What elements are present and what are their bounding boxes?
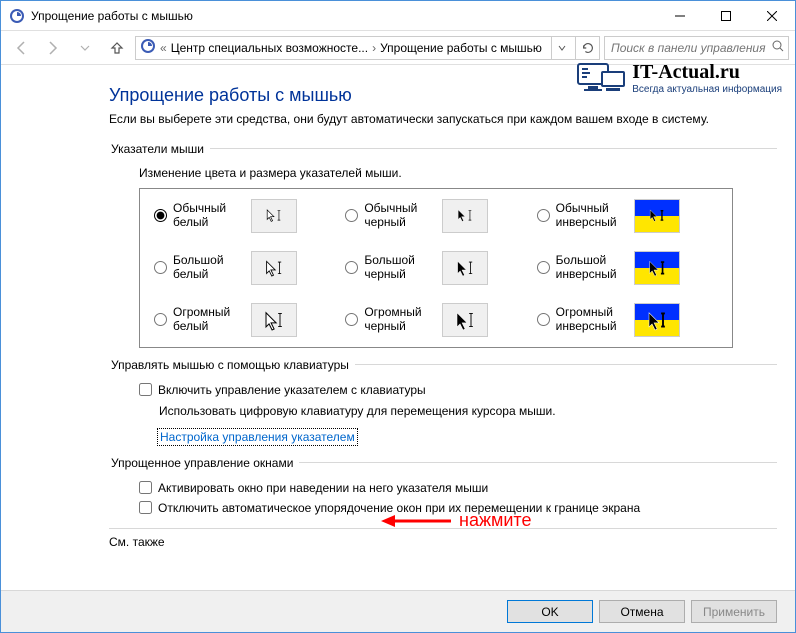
address-dropdown-button[interactable]: [551, 37, 571, 59]
disable-snap-row[interactable]: Отключить автоматическое упорядочение ок…: [109, 498, 777, 518]
search-input[interactable]: [609, 40, 768, 56]
mousekeys-description: Использовать цифровую клавиатуру для пер…: [109, 404, 777, 418]
back-button[interactable]: [7, 34, 35, 62]
pointer-option-huge-white[interactable]: Огромный белый: [154, 303, 335, 337]
search-icon: [772, 40, 784, 55]
pointer-option-normal-white[interactable]: Обычный белый: [154, 199, 335, 233]
pointer-radio[interactable]: [345, 313, 358, 326]
close-button[interactable]: [749, 1, 795, 31]
address-icon: [140, 38, 156, 57]
pointer-radio[interactable]: [537, 209, 550, 222]
see-also-section: См. также: [109, 528, 777, 549]
pointers-box: Обычный белый Обычный черный Обычный инв…: [139, 188, 733, 348]
cursor-preview: [251, 303, 297, 337]
content-area: Упрощение работы с мышью Если вы выберет…: [1, 65, 795, 590]
page-title: Упрощение работы с мышью: [109, 85, 777, 106]
pointer-option-huge-black[interactable]: Огромный черный: [345, 303, 526, 337]
pointer-option-normal-black[interactable]: Обычный черный: [345, 199, 526, 233]
cursor-preview: [442, 251, 488, 285]
navbar: « Центр специальных возможносте... › Упр…: [1, 31, 795, 65]
pointers-legend: Указатели мыши: [109, 142, 210, 156]
pointer-option-large-inverse[interactable]: Большой инверсный: [537, 251, 718, 285]
keyboard-legend: Управлять мышью с помощью клавиатуры: [109, 358, 355, 372]
cursor-preview: [634, 199, 680, 233]
disable-snap-label: Отключить автоматическое упорядочение ок…: [158, 501, 640, 515]
cursor-preview: [634, 303, 680, 337]
cursor-preview: [634, 251, 680, 285]
pointer-option-large-white[interactable]: Большой белый: [154, 251, 335, 285]
ok-button[interactable]: OK: [507, 600, 593, 623]
forward-button[interactable]: [39, 34, 67, 62]
apply-button[interactable]: Применить: [691, 600, 777, 623]
breadcrumb-1[interactable]: Центр специальных возможносте...: [171, 41, 368, 55]
disable-snap-checkbox[interactable]: [139, 501, 152, 514]
activate-on-hover-label: Активировать окно при наведении на него …: [158, 481, 488, 495]
see-also-label: См. также: [109, 535, 165, 549]
enable-mousekeys-label: Включить управление указателем с клавиат…: [158, 383, 426, 397]
keyboard-group: Управлять мышью с помощью клавиатуры Вкл…: [109, 358, 777, 446]
breadcrumb-2[interactable]: Упрощение работы с мышью: [380, 41, 542, 55]
pointer-radio[interactable]: [345, 209, 358, 222]
window-management-legend: Упрощенное управление окнами: [109, 456, 299, 470]
cursor-preview: [251, 199, 297, 233]
enable-mousekeys-row[interactable]: Включить управление указателем с клавиат…: [109, 380, 777, 400]
pointer-radio[interactable]: [537, 313, 550, 326]
pointer-radio[interactable]: [345, 261, 358, 274]
pointer-option-normal-inverse[interactable]: Обычный инверсный: [537, 199, 718, 233]
pointers-hint: Изменение цвета и размера указателей мыш…: [139, 166, 777, 180]
chevron-prefix-icon: «: [160, 41, 167, 55]
window: Упрощение работы с мышью « Центр специал…: [0, 0, 796, 633]
cursor-preview: [442, 303, 488, 337]
pointers-group: Указатели мыши Изменение цвета и размера…: [109, 142, 777, 348]
recent-button[interactable]: [71, 34, 99, 62]
window-title: Упрощение работы с мышью: [31, 9, 657, 23]
up-button[interactable]: [103, 34, 131, 62]
window-management-group: Упрощенное управление окнами Активироват…: [109, 456, 777, 518]
cursor-preview: [442, 199, 488, 233]
pointer-option-large-black[interactable]: Большой черный: [345, 251, 526, 285]
address-bar[interactable]: « Центр специальных возможносте... › Упр…: [135, 36, 600, 60]
cursor-preview: [251, 251, 297, 285]
page-description: Если вы выберете эти средства, они будут…: [109, 112, 729, 128]
minimize-button[interactable]: [657, 1, 703, 31]
pointer-radio[interactable]: [154, 209, 167, 222]
pointer-radio[interactable]: [537, 261, 550, 274]
pointer-radio[interactable]: [154, 313, 167, 326]
refresh-button[interactable]: [575, 37, 599, 59]
chevron-right-icon: ›: [372, 41, 376, 55]
pointer-radio[interactable]: [154, 261, 167, 274]
cancel-button[interactable]: Отмена: [599, 600, 685, 623]
mousekeys-settings-link[interactable]: Настройка управления указателем: [157, 428, 358, 446]
search-box[interactable]: [604, 36, 789, 60]
pointer-option-huge-inverse[interactable]: Огромный инверсный: [537, 303, 718, 337]
app-icon: [9, 8, 25, 24]
button-bar: OK Отмена Применить: [1, 590, 795, 632]
activate-on-hover-row[interactable]: Активировать окно при наведении на него …: [109, 478, 777, 498]
activate-on-hover-checkbox[interactable]: [139, 481, 152, 494]
enable-mousekeys-checkbox[interactable]: [139, 383, 152, 396]
maximize-button[interactable]: [703, 1, 749, 31]
titlebar: Упрощение работы с мышью: [1, 1, 795, 31]
